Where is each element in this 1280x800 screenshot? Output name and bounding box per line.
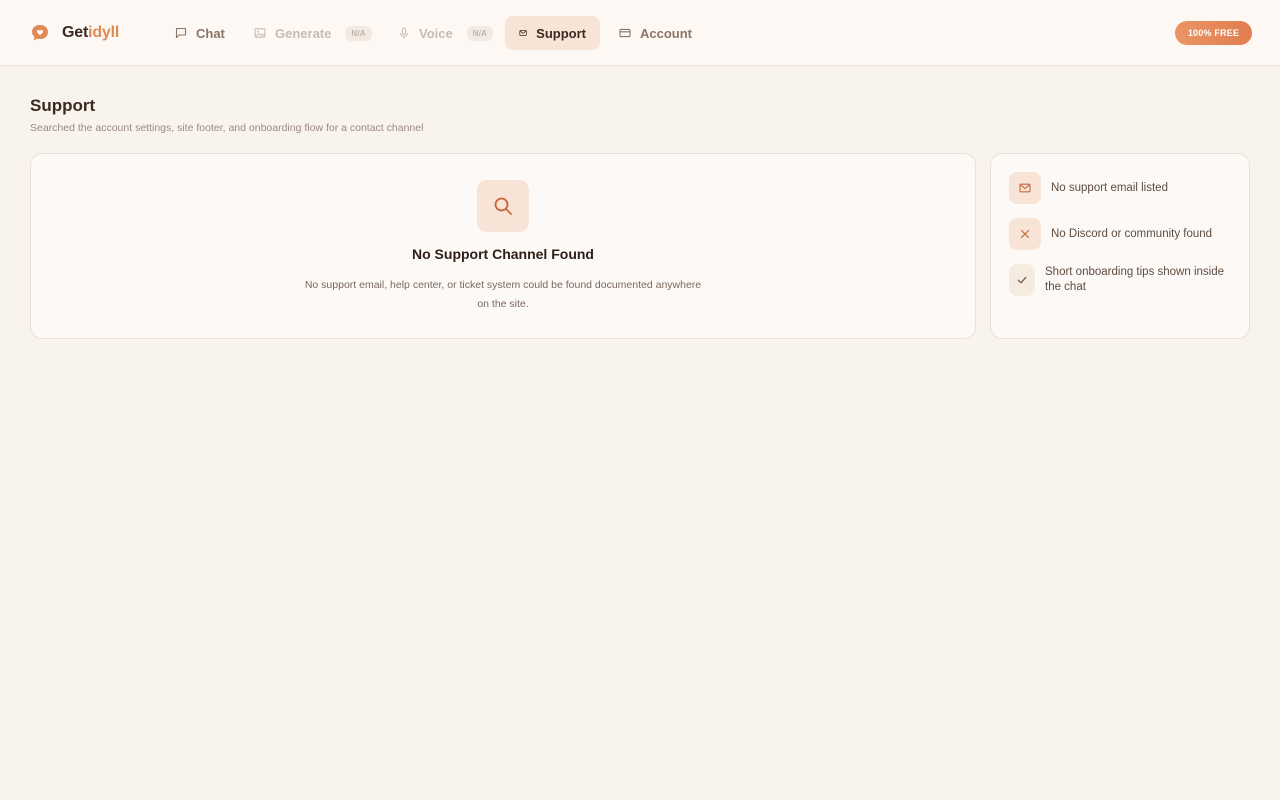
empty-state-card: No Support Channel Found No support emai… [30,153,976,339]
brand-logo[interactable]: Getidyll [30,22,119,44]
mail-icon [519,30,527,36]
nav-support[interactable]: Support [505,16,600,50]
finding-item: Short onboarding tips shown inside the c… [1009,264,1239,296]
finding-icon-wrap [1009,172,1041,204]
card-icon [619,28,631,38]
finding-item: No support email listed [1009,172,1168,204]
nav-generate-label: Generate [275,25,332,41]
findings-card: No support email listed No Discord or co… [990,153,1250,339]
close-icon [1020,229,1030,239]
nav-generate-badge: N/A [345,25,372,41]
nav-chat[interactable]: Chat [161,16,239,50]
page-subtitle: Searched the account settings, site foot… [30,122,424,134]
nav-voice-badge: N/A [466,25,494,41]
nav-voice-label: Voice [419,25,453,41]
empty-state-description: No support email, help center, or ticket… [304,279,702,310]
finding-text: No support email listed [1051,181,1168,194]
search-badge [477,180,529,232]
image-icon [254,28,266,38]
free-badge: 100% FREE [1175,21,1252,45]
finding-text: No Discord or community found [1051,227,1213,240]
finding-item: No Discord or community found [1009,218,1212,250]
check-icon [1017,276,1027,284]
finding-icon-wrap [1009,264,1035,296]
nav-generate[interactable]: Generate N/A [240,16,386,50]
chat-icon [175,27,187,39]
search-icon [494,197,512,215]
brand-name: Getidyll [62,24,119,42]
nav-voice[interactable]: Voice N/A [384,16,507,50]
nav-chat-label: Chat [196,25,225,41]
chat-bubble-heart-icon [32,25,48,41]
microphone-icon [400,27,408,39]
top-navigation-bar: Getidyll Chat Generate N/A Voice N/A Sup… [0,0,1280,66]
finding-text: Short onboarding tips shown inside the c… [1045,266,1225,293]
page-title: Support [30,96,96,115]
empty-state-title: No Support Channel Found [412,246,594,262]
nav-support-label: Support [536,25,586,41]
nav-account[interactable]: Account [605,16,706,50]
finding-icon-wrap [1009,218,1041,250]
nav-account-label: Account [640,25,692,41]
mail-icon [1019,183,1031,193]
brand-name-part2: idyll [88,24,120,41]
brand-name-part1: Get [62,24,89,41]
